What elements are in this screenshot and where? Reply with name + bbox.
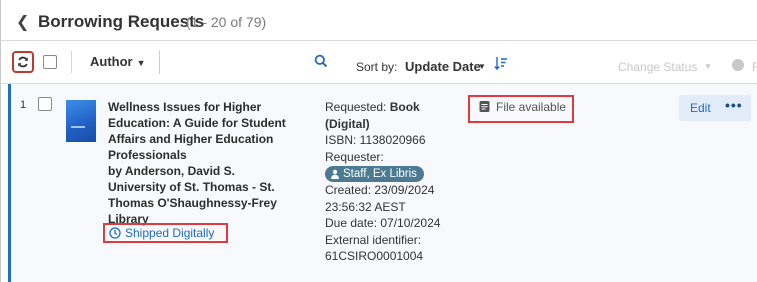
select-all-checkbox[interactable] [43, 55, 57, 69]
toolbar-divider [71, 51, 72, 73]
item-title[interactable]: Wellness Issues for Higher Education: A … [108, 99, 313, 163]
file-available-text: File available [496, 100, 567, 114]
back-chevron-icon[interactable]: ❮ [16, 12, 29, 32]
file-icon [479, 101, 490, 112]
created-date: Created: 23/09/2024 [325, 183, 435, 197]
external-id-value: 61CSIRO0001004 [325, 249, 424, 263]
sort-direction-icon[interactable] [494, 56, 508, 70]
search-box [159, 50, 335, 74]
book-cover-thumbnail[interactable] [66, 100, 96, 142]
search-field-label: Author [90, 54, 133, 69]
isbn-value: ISBN: 1138020966 [325, 133, 426, 147]
search-input[interactable] [164, 52, 308, 72]
due-date: Due date: 07/10/2024 [325, 216, 441, 230]
edit-button[interactable]: Edit [690, 101, 711, 115]
page-header: ❮ Borrowing Requests (1 - 20 of 79) [0, 0, 757, 41]
status-badge: Shipped Digitally [109, 226, 214, 240]
row-number: 1 [20, 99, 27, 111]
chevron-down-icon: ▼ [136, 58, 146, 68]
row-checkbox[interactable] [38, 97, 52, 111]
sort-by-label: Sort by: [356, 60, 398, 74]
requester-name: Staff, Ex Libris [343, 168, 417, 180]
request-details: Requested: Book (Digital) ISBN: 11380209… [325, 99, 460, 265]
requester-label: Requester: [325, 149, 384, 164]
item-description: Wellness Issues for Higher Education: A … [108, 99, 313, 227]
requester-badge[interactable]: Staff, Ex Libris [325, 166, 424, 182]
status-text: Shipped Digitally [125, 226, 215, 240]
file-available-link[interactable]: File available [478, 100, 566, 114]
more-actions-icon[interactable] [732, 59, 744, 71]
item-author: by Anderson, David S. [108, 164, 235, 178]
search-field-dropdown[interactable]: Author ▼ [90, 51, 158, 73]
created-time: 23:56:32 AEST [325, 199, 406, 214]
search-icon[interactable] [314, 54, 328, 68]
requested-label: Requested: [325, 100, 387, 114]
sort-by-dropdown[interactable]: Update Date [405, 59, 481, 74]
refresh-icon [18, 56, 28, 68]
external-id-label: External identifier: [325, 232, 422, 247]
refresh-button[interactable] [12, 51, 34, 73]
more-actions-label[interactable]: F [752, 60, 757, 74]
more-options-button[interactable]: ••• [725, 97, 743, 113]
item-title-line: Professionals [108, 148, 187, 162]
item-title-line: Education: A Guide for Student [108, 116, 286, 130]
results-count: (1 - 20 of 79) [186, 14, 267, 30]
lending-library: University of St. Thomas - St. Thomas O'… [108, 179, 313, 227]
clock-icon [109, 227, 121, 239]
item-title-line: Wellness Issues for Higher [108, 100, 262, 114]
chevron-down-icon: ▼ [704, 62, 712, 71]
requested-format: Book [389, 100, 420, 114]
item-title-line: Affairs and Higher Education [108, 132, 274, 146]
lending-library-line: University of St. Thomas - St. [108, 180, 275, 194]
user-icon [331, 169, 339, 179]
toolbar: Author ▼ Sort by: Update Date ▼ Change St… [0, 41, 757, 84]
chevron-down-icon[interactable]: ▼ [478, 62, 486, 71]
change-status-dropdown[interactable]: Change Status [618, 60, 697, 74]
page-title: Borrowing Requests [38, 12, 205, 31]
requested-format-detail: (Digital) [325, 116, 370, 131]
